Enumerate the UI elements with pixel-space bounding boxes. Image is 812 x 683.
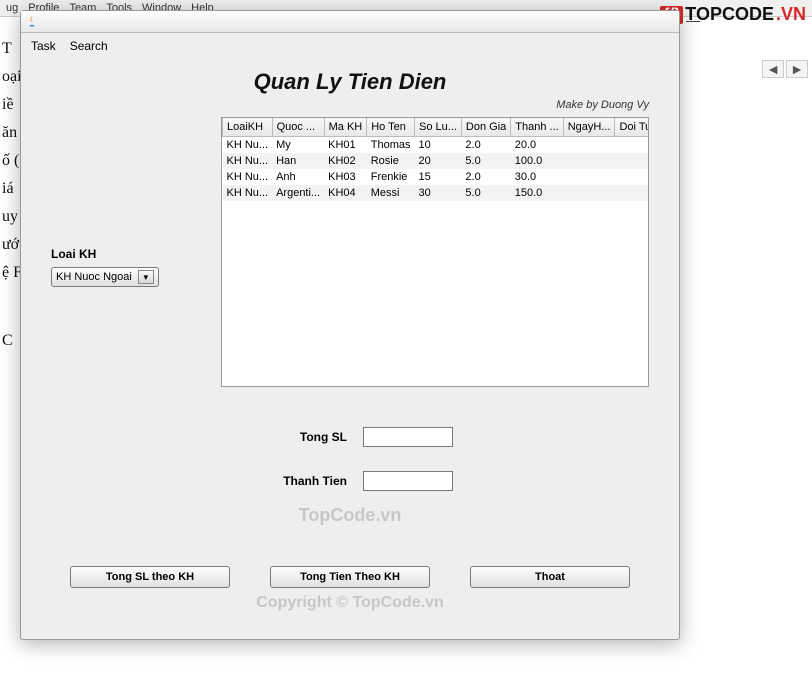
menu-search[interactable]: Search <box>70 39 108 53</box>
table-cell: Anh <box>272 169 324 185</box>
titlebar[interactable] <box>21 11 679 33</box>
column-header[interactable]: LoaiKH <box>223 118 273 137</box>
column-header[interactable]: Thanh ... <box>511 118 563 137</box>
table-cell: Messi <box>367 185 415 201</box>
table-cell: 100.0 <box>511 153 563 169</box>
table-cell <box>615 153 649 169</box>
table-row[interactable]: KH Nu...HanKH02Rosie205.0100.0 <box>223 153 650 169</box>
table-cell: 20 <box>414 153 461 169</box>
tab-pager: ◄ ► <box>762 60 808 78</box>
app-menubar: Task Search <box>21 33 679 59</box>
table-cell: KH Nu... <box>223 153 273 169</box>
column-header[interactable]: Ho Ten <box>367 118 415 137</box>
pager-right-icon[interactable]: ► <box>786 60 808 78</box>
copyright-watermark: Copyright © TopCode.vn <box>21 594 679 612</box>
table-cell: Thomas <box>367 137 415 154</box>
column-header[interactable]: NgayH... <box>563 118 615 137</box>
table-cell: Argenti... <box>272 185 324 201</box>
table-cell <box>563 169 615 185</box>
table-cell: 5.0 <box>461 185 510 201</box>
menu-task[interactable]: Task <box>31 39 56 53</box>
table-row[interactable]: KH Nu...AnhKH03Frenkie152.030.0 <box>223 169 650 185</box>
table-cell: 2.0 <box>461 137 510 154</box>
table-cell: KH04 <box>324 185 367 201</box>
app-window: Task Search Quan Ly Tien Dien Make by Du… <box>20 10 680 640</box>
chevron-down-icon[interactable]: ▼ <box>138 270 154 284</box>
thanh-tien-label: Thanh Tien <box>247 474 347 488</box>
loai-kh-label: Loai KH <box>51 247 221 261</box>
watermark-text: TopCode.vn <box>21 505 679 526</box>
table-cell: 10 <box>414 137 461 154</box>
minimize-icon[interactable]: — <box>686 12 700 28</box>
column-header[interactable]: Don Gia <box>461 118 510 137</box>
loai-kh-combo[interactable]: KH Nuoc Ngoai ▼ <box>51 267 159 287</box>
table-cell: KH Nu... <box>223 185 273 201</box>
table-cell: 30.0 <box>511 169 563 185</box>
table-cell: KH Nu... <box>223 137 273 154</box>
table-cell <box>563 153 615 169</box>
java-icon <box>25 15 39 29</box>
logo-suffix: .VN <box>776 4 806 25</box>
table-cell: KH Nu... <box>223 169 273 185</box>
credit-text: Make by Duong Vy <box>21 99 679 111</box>
column-header[interactable]: Doi Tu... <box>615 118 649 137</box>
column-header[interactable]: Ma KH <box>324 118 367 137</box>
tong-sl-theo-kh-button[interactable]: Tong SL theo KH <box>70 566 230 588</box>
table-cell: Rosie <box>367 153 415 169</box>
table-cell <box>615 169 649 185</box>
table-cell: 2.0 <box>461 169 510 185</box>
table-cell <box>615 137 649 154</box>
table-cell <box>615 185 649 201</box>
combo-value: KH Nuoc Ngoai <box>56 271 132 283</box>
table-cell: 150.0 <box>511 185 563 201</box>
column-header[interactable]: Quoc ... <box>272 118 324 137</box>
table-row[interactable]: KH Nu...MyKH01Thomas102.020.0 <box>223 137 650 154</box>
column-header[interactable]: So Lu... <box>414 118 461 137</box>
pager-left-icon[interactable]: ◄ <box>762 60 784 78</box>
table-cell: KH03 <box>324 169 367 185</box>
table-cell: 15 <box>414 169 461 185</box>
table-cell: 30 <box>414 185 461 201</box>
page-title: Quan Ly Tien Dien <box>21 69 679 95</box>
filter-panel: Loai KH KH Nuoc Ngoai ▼ <box>51 117 221 387</box>
topcode-logo: {/} TOPCODE.VN <box>660 4 806 25</box>
thoat-button[interactable]: Thoat <box>470 566 630 588</box>
table-cell: KH02 <box>324 153 367 169</box>
thanh-tien-input[interactable] <box>363 471 453 491</box>
table-cell: 20.0 <box>511 137 563 154</box>
table-cell: Han <box>272 153 324 169</box>
menu-item[interactable]: ug <box>6 2 18 14</box>
table-cell: 5.0 <box>461 153 510 169</box>
table-cell: KH01 <box>324 137 367 154</box>
tong-sl-label: Tong SL <box>247 430 347 444</box>
table-cell <box>563 137 615 154</box>
table-cell <box>563 185 615 201</box>
table-cell: Frenkie <box>367 169 415 185</box>
customer-table[interactable]: LoaiKHQuoc ...Ma KHHo TenSo Lu...Don Gia… <box>221 117 649 387</box>
table-row[interactable]: KH Nu...Argenti...KH04Messi305.0150.0 <box>223 185 650 201</box>
tong-sl-input[interactable] <box>363 427 453 447</box>
tong-tien-theo-kh-button[interactable]: Tong Tien Theo KH <box>270 566 430 588</box>
table-cell: My <box>272 137 324 154</box>
